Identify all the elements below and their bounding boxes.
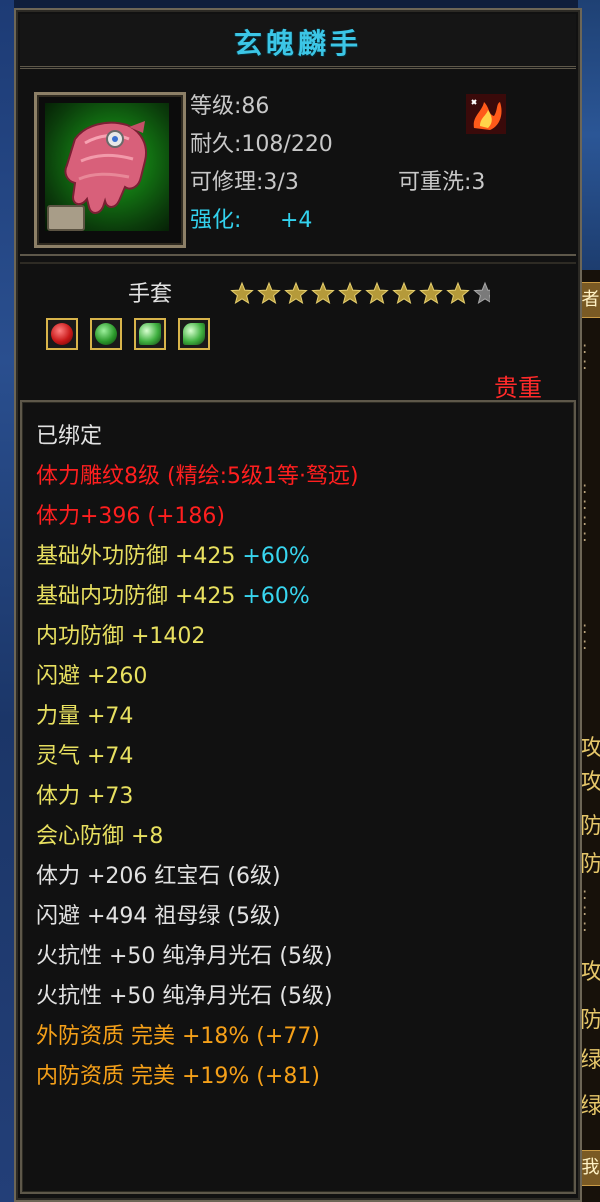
side-char: 防 bbox=[580, 852, 600, 877]
aptitude-ext-line: 外防资质 完美 +18% (+77) bbox=[36, 1024, 320, 1049]
gem-slot-1[interactable] bbox=[46, 318, 78, 350]
side-char: 攻 bbox=[580, 736, 600, 761]
item-tooltip-panel: 玄魄麟手 等级:86 耐久:108/220 可修理:3/3 可重洗:3 强化: … bbox=[14, 8, 582, 1202]
gem-slot-3[interactable] bbox=[134, 318, 166, 350]
item-durability: 耐久:108/220 bbox=[190, 132, 333, 157]
gem-bonus-line: 火抗性 +50 纯净月光石 (5级) bbox=[36, 944, 333, 969]
side-char: 绿 bbox=[580, 1094, 600, 1119]
base-ext-def-line: 基础外功防御 +425 +60% bbox=[36, 542, 310, 572]
stamina-line: 体力 +73 bbox=[36, 784, 134, 809]
base-int-def-pct: +60% bbox=[242, 584, 310, 609]
emerald-gem-icon bbox=[95, 323, 117, 345]
spirit-line: 灵气 +74 bbox=[36, 744, 134, 769]
star-filled-icon bbox=[284, 281, 308, 304]
moonstone-gem-icon bbox=[183, 323, 205, 345]
star-empty-icon bbox=[473, 281, 490, 304]
gem-bonus-line: 体力 +206 红宝石 (6级) bbox=[36, 864, 281, 889]
base-int-def-value: 基础内功防御 +425 bbox=[36, 584, 236, 609]
star-filled-icon bbox=[338, 281, 362, 304]
item-repair-count: 可修理:3/3 bbox=[190, 170, 299, 195]
side-tab[interactable]: 者 bbox=[579, 282, 600, 318]
item-type: 手套 bbox=[128, 282, 173, 307]
bound-status: 已绑定 bbox=[36, 424, 103, 449]
side-char: 攻 bbox=[580, 960, 600, 985]
dodge-line: 闪避 +260 bbox=[36, 664, 148, 689]
engrave-line: 体力雕纹8级 (精绘:5级1等·驽远) bbox=[36, 464, 359, 489]
side-tab[interactable]: 我 bbox=[579, 1150, 600, 1186]
side-dots: :: bbox=[582, 338, 588, 373]
crit-def-line: 会心防御 +8 bbox=[36, 824, 164, 849]
side-dots: :: bbox=[582, 618, 588, 653]
side-dots: :::: bbox=[582, 478, 588, 545]
star-filled-icon bbox=[311, 281, 335, 304]
int-def-line: 内功防御 +1402 bbox=[36, 624, 206, 649]
star-filled-icon bbox=[257, 281, 281, 304]
star-filled-icon bbox=[230, 281, 254, 304]
background-left-edge bbox=[0, 0, 14, 1202]
lock-icon bbox=[47, 205, 85, 231]
star-filled-icon bbox=[419, 281, 443, 304]
attributes-box: 已绑定 体力雕纹8级 (精绘:5级1等·驽远) 体力+396 (+186) 基础… bbox=[20, 400, 576, 1194]
star-rating bbox=[230, 281, 490, 304]
item-enhance-value: +4 bbox=[280, 208, 313, 233]
side-dots: ::: bbox=[582, 884, 588, 935]
stamina-engrave-line: 体力+396 (+186) bbox=[36, 504, 226, 529]
item-rarity: 贵重 bbox=[494, 374, 542, 402]
section-divider bbox=[20, 254, 576, 264]
item-rewash-count: 可重洗:3 bbox=[398, 170, 486, 195]
gem-bonus-line: 火抗性 +50 纯净月光石 (5级) bbox=[36, 984, 333, 1009]
aptitude-int-line: 内防资质 完美 +19% (+81) bbox=[36, 1064, 320, 1089]
item-enhance-label: 强化: bbox=[190, 208, 242, 233]
strength-line: 力量 +74 bbox=[36, 704, 134, 729]
star-filled-icon bbox=[392, 281, 416, 304]
item-title: 玄魄麟手 bbox=[233, 27, 362, 60]
gem-bonus-line: 闪避 +494 祖母绿 (5级) bbox=[36, 904, 281, 929]
star-filled-icon bbox=[365, 281, 389, 304]
side-char: 防 bbox=[580, 814, 600, 839]
item-level: 等级:86 bbox=[190, 94, 270, 119]
gem-slot-4[interactable] bbox=[178, 318, 210, 350]
side-char: 攻 bbox=[580, 770, 600, 795]
ruby-gem-icon bbox=[51, 323, 73, 345]
side-char: 防 bbox=[580, 1008, 600, 1033]
star-filled-icon bbox=[446, 281, 470, 304]
base-ext-def-value: 基础外功防御 +425 bbox=[36, 544, 236, 569]
title-bar: 玄魄麟手 bbox=[20, 14, 576, 69]
item-portrait[interactable] bbox=[34, 92, 186, 248]
gem-slot-2[interactable] bbox=[90, 318, 122, 350]
base-ext-def-pct: +60% bbox=[242, 544, 310, 569]
side-char: 绿 bbox=[580, 1048, 600, 1073]
base-int-def-line: 基础内功防御 +425 +60% bbox=[36, 582, 310, 612]
moonstone-gem-icon bbox=[139, 323, 161, 345]
fire-skill-icon[interactable] bbox=[466, 94, 506, 134]
